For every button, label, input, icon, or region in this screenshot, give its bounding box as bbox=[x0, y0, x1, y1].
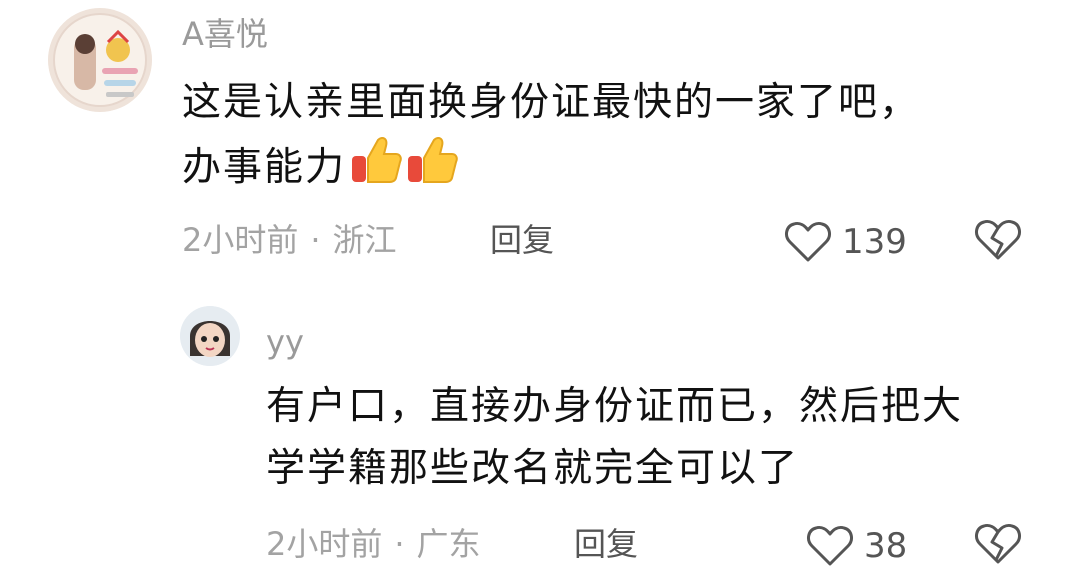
comment-text-line: 办事能力 bbox=[182, 134, 920, 199]
thumbs-up-icon bbox=[352, 137, 402, 183]
username[interactable]: yy bbox=[266, 322, 304, 362]
avatar[interactable] bbox=[180, 306, 240, 366]
thumbs-up-icon bbox=[408, 137, 458, 183]
comment-text: 有户口，直接办身份证而已，然后把大 学学籍那些改名就完全可以了 bbox=[266, 376, 963, 500]
like-count: 38 bbox=[864, 526, 908, 566]
meta-separator: · bbox=[394, 525, 405, 563]
dislike-button[interactable] bbox=[974, 522, 1022, 570]
heart-icon bbox=[807, 526, 853, 566]
avatar-image bbox=[180, 306, 240, 366]
comment-meta: 2小时前 · 浙江 bbox=[182, 220, 397, 260]
broken-heart-icon bbox=[975, 220, 1021, 260]
timestamp: 2小时前 bbox=[182, 221, 299, 259]
location: 浙江 bbox=[332, 221, 397, 259]
like-button[interactable]: 38 bbox=[806, 524, 907, 568]
avatar-image bbox=[48, 8, 152, 112]
comment-text-line: 有户口，直接办身份证而已，然后把大 bbox=[266, 384, 964, 429]
comment-meta: 2小时前 · 广东 bbox=[266, 524, 481, 564]
username[interactable]: A喜悦 bbox=[182, 14, 268, 54]
reply-button[interactable]: 回复 bbox=[490, 220, 554, 260]
comment-text: 这是认亲里面换身份证最快的一家了吧， 办事能力 bbox=[182, 72, 920, 199]
comment-text-line: 这是认亲里面换身份证最快的一家了吧， bbox=[182, 80, 921, 125]
avatar[interactable] bbox=[48, 8, 152, 112]
broken-heart-icon bbox=[975, 524, 1021, 564]
comment-text-segment: 办事能力 bbox=[182, 145, 347, 190]
like-count: 139 bbox=[842, 222, 907, 262]
heart-icon bbox=[785, 222, 831, 262]
comment-text-line: 学学籍那些改名就完全可以了 bbox=[266, 446, 800, 491]
location: 广东 bbox=[416, 525, 481, 563]
dislike-button[interactable] bbox=[974, 218, 1022, 266]
meta-separator: · bbox=[310, 221, 321, 259]
reply-button[interactable]: 回复 bbox=[574, 524, 638, 564]
timestamp: 2小时前 bbox=[266, 525, 383, 563]
reply-comment-item: yy 有户口，直接办身份证而已，然后把大 学学籍那些改名就完全可以了 2小时前 ·… bbox=[0, 290, 1080, 576]
comment-item: A喜悦 这是认亲里面换身份证最快的一家了吧， 办事能力 2小时前 · 浙江 回复 1… bbox=[0, 0, 1080, 290]
like-button[interactable]: 139 bbox=[784, 220, 907, 264]
